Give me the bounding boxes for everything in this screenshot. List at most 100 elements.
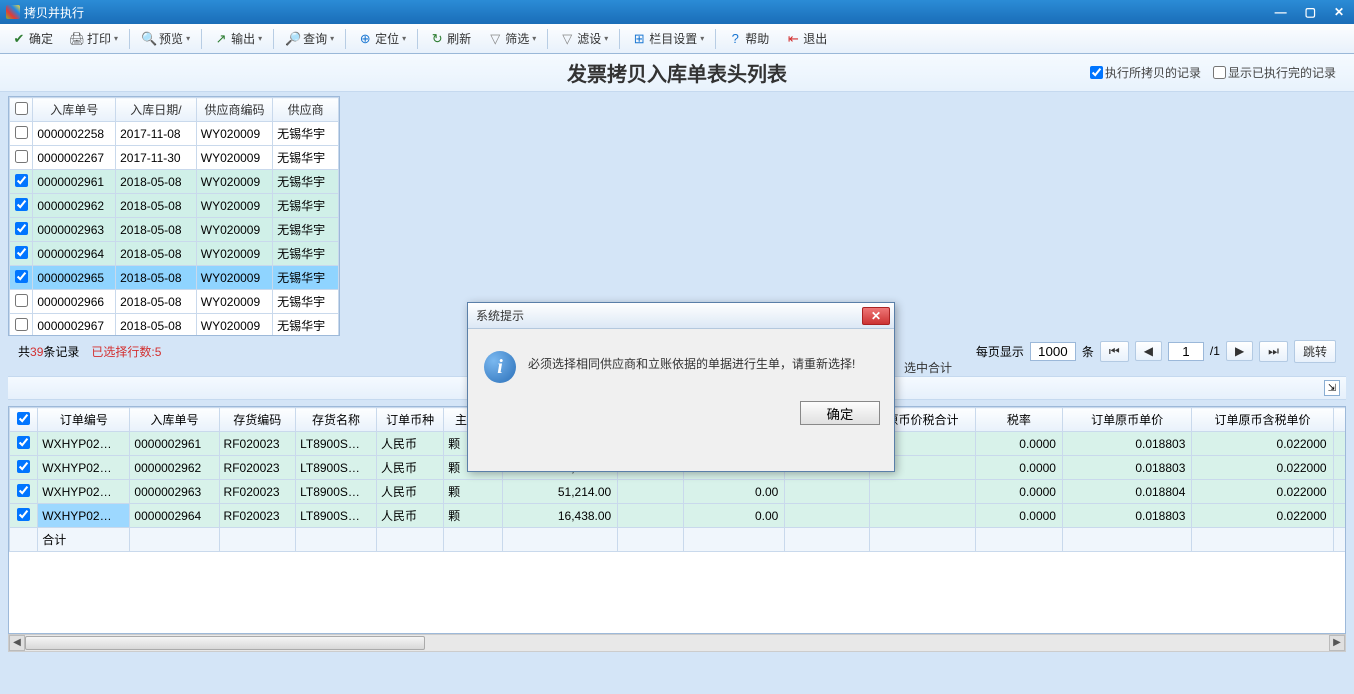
- horizontal-scrollbar[interactable]: ◀ ▶: [8, 634, 1346, 652]
- row-checkbox[interactable]: [15, 150, 28, 163]
- cell[interactable]: 0.018803: [1062, 504, 1191, 528]
- table-row[interactable]: WXHYP02…0000002964RF020023LT8900S…人民币颗16…: [10, 504, 1347, 528]
- cell[interactable]: 2018-05-08: [116, 242, 197, 266]
- cell[interactable]: [618, 504, 684, 528]
- toolbar-预览-button[interactable]: 🔍预览▾: [134, 27, 197, 50]
- table-row[interactable]: 00000029652018-05-08WY020009无锡华宇: [10, 266, 339, 290]
- cell[interactable]: 0.: [1333, 504, 1346, 528]
- toolbar-栏目设置-button[interactable]: ⊞栏目设置▾: [624, 27, 711, 50]
- cell[interactable]: [618, 480, 684, 504]
- row-checkbox[interactable]: [15, 126, 28, 139]
- column-header[interactable]: 订单币种: [377, 408, 444, 432]
- toolbar-查询-button[interactable]: 🔎查询▾: [278, 27, 341, 50]
- scroll-left-arrow[interactable]: ◀: [9, 635, 25, 651]
- cell[interactable]: [870, 480, 976, 504]
- cell[interactable]: 人民币: [377, 432, 444, 456]
- cell[interactable]: 2018-05-08: [116, 170, 197, 194]
- column-header[interactable]: 入库日期/: [116, 98, 197, 122]
- cell[interactable]: 无锡华宇: [273, 290, 339, 314]
- cell[interactable]: 16,438.00: [502, 504, 617, 528]
- column-header[interactable]: 订单原币单价: [1062, 408, 1191, 432]
- cell[interactable]: 0000002258: [33, 122, 116, 146]
- cell[interactable]: 0.022000: [1192, 456, 1333, 480]
- cell[interactable]: 0000002267: [33, 146, 116, 170]
- cell[interactable]: RF020023: [219, 480, 296, 504]
- opt-show-done[interactable]: 显示已执行完的记录: [1213, 64, 1336, 81]
- cell[interactable]: 0.0000: [975, 480, 1062, 504]
- cell[interactable]: 无锡华宇: [273, 218, 339, 242]
- cell[interactable]: 0.00: [684, 504, 785, 528]
- page-size-input[interactable]: [1030, 342, 1076, 361]
- toolbar-筛选-button[interactable]: ▽筛选▾: [480, 27, 543, 50]
- cell[interactable]: 2017-11-08: [116, 122, 197, 146]
- cell[interactable]: 人民币: [377, 480, 444, 504]
- cell[interactable]: [870, 504, 976, 528]
- cell[interactable]: WY020009: [196, 242, 272, 266]
- cell[interactable]: WY020009: [196, 122, 272, 146]
- table-row[interactable]: WXHYP02…0000002963RF020023LT8900S…人民币颗51…: [10, 480, 1347, 504]
- cell[interactable]: WXHYP02…: [38, 504, 130, 528]
- cell[interactable]: 0.0000: [975, 432, 1062, 456]
- row-checkbox[interactable]: [15, 246, 28, 259]
- column-header[interactable]: 税率: [975, 408, 1062, 432]
- cell[interactable]: LT8900S…: [296, 432, 377, 456]
- row-checkbox[interactable]: [15, 294, 28, 307]
- cell[interactable]: WY020009: [196, 146, 272, 170]
- cell[interactable]: 无锡华宇: [273, 122, 339, 146]
- cell[interactable]: 0.022000: [1192, 480, 1333, 504]
- cell[interactable]: 2018-05-08: [116, 290, 197, 314]
- column-header[interactable]: 供应商: [273, 98, 339, 122]
- dialog-ok-button[interactable]: 确定: [800, 401, 880, 425]
- header-table[interactable]: 入库单号入库日期/供应商编码供应商00000022582017-11-08WY0…: [9, 97, 339, 336]
- cell[interactable]: 无锡华宇: [273, 314, 339, 337]
- cell[interactable]: RF020023: [219, 432, 296, 456]
- cell[interactable]: 颗: [444, 504, 503, 528]
- maximize-button[interactable]: ▢: [1301, 5, 1320, 19]
- table-row[interactable]: 00000022672017-11-30WY020009无锡华宇: [10, 146, 339, 170]
- dialog-close-button[interactable]: ✕: [862, 307, 890, 325]
- row-checkbox[interactable]: [15, 270, 28, 283]
- cell[interactable]: 人民币: [377, 504, 444, 528]
- table-row[interactable]: 00000029632018-05-08WY020009无锡华宇: [10, 218, 339, 242]
- toolbar-滤设-button[interactable]: ▽滤设▾: [552, 27, 615, 50]
- column-header[interactable]: 存货编码: [219, 408, 296, 432]
- cell[interactable]: WXHYP02…: [38, 432, 130, 456]
- table-row[interactable]: 00000029642018-05-08WY020009无锡华宇: [10, 242, 339, 266]
- cell[interactable]: 无锡华宇: [273, 170, 339, 194]
- toolbar-退出-button[interactable]: ⇤退出: [778, 27, 834, 50]
- cell[interactable]: WY020009: [196, 218, 272, 242]
- cell[interactable]: 0000002963: [33, 218, 116, 242]
- cell[interactable]: 0.00: [684, 480, 785, 504]
- column-header[interactable]: [1333, 408, 1346, 432]
- cell[interactable]: 0.018803: [1062, 432, 1191, 456]
- cell[interactable]: 无锡华宇: [273, 194, 339, 218]
- cell[interactable]: 0.: [1333, 432, 1346, 456]
- row-checkbox[interactable]: [15, 318, 28, 331]
- row-checkbox[interactable]: [17, 436, 30, 449]
- cell[interactable]: WY020009: [196, 266, 272, 290]
- opt-exec-copied-checkbox[interactable]: [1090, 66, 1103, 79]
- cell[interactable]: WXHYP02…: [38, 456, 130, 480]
- column-header[interactable]: 入库单号: [33, 98, 116, 122]
- column-header[interactable]: 订单编号: [38, 408, 130, 432]
- close-button[interactable]: ✕: [1330, 5, 1348, 19]
- scroll-right-arrow[interactable]: ▶: [1329, 635, 1345, 651]
- cell[interactable]: LT8900S…: [296, 504, 377, 528]
- cell[interactable]: WY020009: [196, 290, 272, 314]
- cell[interactable]: WXHYP02…: [38, 480, 130, 504]
- toolbar-确定-button[interactable]: ✔确定: [4, 27, 60, 50]
- cell[interactable]: 0000002961: [130, 432, 219, 456]
- table-row[interactable]: 00000029662018-05-08WY020009无锡华宇: [10, 290, 339, 314]
- nav-prev-button[interactable]: ◀: [1135, 341, 1162, 361]
- cell[interactable]: WY020009: [196, 194, 272, 218]
- cell[interactable]: 51,214.00: [502, 480, 617, 504]
- cell[interactable]: 2018-05-08: [116, 266, 197, 290]
- column-header[interactable]: 入库单号: [130, 408, 219, 432]
- cell[interactable]: RF020023: [219, 504, 296, 528]
- cell[interactable]: 0.022000: [1192, 504, 1333, 528]
- row-checkbox[interactable]: [15, 222, 28, 235]
- page-number-input[interactable]: [1168, 342, 1204, 361]
- toolbar-定位-button[interactable]: ⊕定位▾: [350, 27, 413, 50]
- row-checkbox[interactable]: [15, 198, 28, 211]
- row-checkbox[interactable]: [17, 508, 30, 521]
